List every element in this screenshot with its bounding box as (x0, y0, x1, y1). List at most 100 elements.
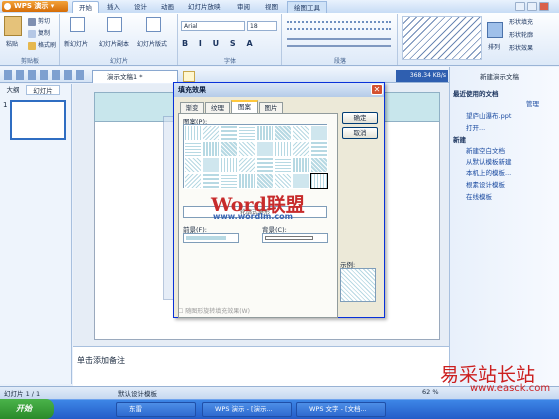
quick-access-toolbar[interactable] (4, 70, 84, 80)
pattern-swatch[interactable] (310, 157, 328, 173)
font-size-combo[interactable]: 18 (247, 21, 277, 31)
tab-animation[interactable]: 动画 (155, 1, 180, 13)
pattern-swatch[interactable] (202, 173, 220, 189)
shape-fill-button[interactable]: 形状填充 (509, 17, 533, 26)
tab-texture[interactable]: 纹理 (205, 102, 230, 113)
cancel-button[interactable]: 取消 (342, 127, 378, 139)
new-blank-link[interactable]: 新建空白文档 (466, 145, 505, 155)
pattern-swatch[interactable] (256, 125, 274, 141)
cut-button[interactable]: 剪切 (28, 16, 50, 26)
tab-drawing-tools[interactable]: 绘图工具 (287, 1, 327, 13)
manage-link[interactable]: 管理 (526, 98, 539, 108)
format-painter-button[interactable]: 格式刷 (28, 40, 56, 50)
new-from-default-link[interactable]: 从默认模板新建 (466, 156, 512, 166)
pattern-swatch[interactable] (220, 157, 238, 173)
new-slide-button[interactable]: 新幻灯片 (64, 39, 88, 48)
font-name-combo[interactable]: Arial (181, 21, 245, 31)
wps-menu-button[interactable]: WPS 演示 ▾ (2, 1, 68, 12)
background-color-select[interactable] (262, 233, 328, 243)
pattern-swatch[interactable] (238, 125, 256, 141)
shape-outline-button[interactable]: 形状轮廓 (509, 30, 533, 39)
taskbar-item-wps-presentation[interactable]: WPS 演示 - [演示... (202, 402, 292, 417)
local-templates-link[interactable]: 本机上的模板... (466, 167, 511, 177)
duplicate-slide-button[interactable]: 幻灯片副本 (99, 39, 129, 48)
new-tab-icon[interactable] (183, 71, 195, 82)
open-link[interactable]: 打开... (466, 122, 485, 132)
pattern-swatch[interactable] (310, 141, 328, 157)
shape-gallery[interactable] (402, 16, 482, 60)
foreground-color-select[interactable] (183, 233, 239, 243)
arrange-button[interactable]: 排列 (488, 42, 500, 51)
pattern-swatch[interactable] (274, 141, 292, 157)
maximize-button[interactable] (527, 2, 537, 11)
pattern-grid[interactable] (183, 124, 328, 189)
slide-thumbnail[interactable] (10, 100, 66, 140)
font-group-label: 字体 (223, 58, 236, 65)
taskbar-item-folder[interactable]: 东雷 (116, 402, 196, 417)
pattern-swatch[interactable] (202, 125, 220, 141)
pattern-swatch[interactable] (274, 173, 292, 189)
pattern-swatch[interactable] (292, 173, 310, 189)
pattern-swatch[interactable] (292, 141, 310, 157)
slide-layout-button[interactable]: 幻灯片版式 (137, 39, 167, 48)
minimize-button[interactable] (515, 2, 525, 11)
dialog-title: 填充效果 (174, 83, 384, 97)
clipboard-group-label: 剪贴板 (20, 58, 39, 65)
pattern-swatch[interactable] (274, 157, 292, 173)
pattern-swatch[interactable] (292, 157, 310, 173)
start-button[interactable]: 开始 (0, 399, 54, 419)
tab-home[interactable]: 开始 (72, 1, 99, 13)
shape-effect-button[interactable]: 形状效果 (509, 43, 533, 52)
corner-watermark-url: www.easck.com (470, 383, 551, 394)
pattern-swatch[interactable] (256, 141, 274, 157)
paste-icon[interactable] (4, 16, 22, 36)
document-tab[interactable]: 演示文稿1 * (92, 70, 178, 83)
rotate-with-shape-checkbox[interactable]: ☐ 随图形旋转填充效果(W) (178, 306, 250, 315)
list-buttons[interactable] (287, 21, 391, 30)
tab-gradient[interactable]: 渐变 (180, 102, 204, 113)
pattern-swatch[interactable] (220, 125, 238, 141)
pattern-swatch[interactable] (238, 173, 256, 189)
tab-slides[interactable]: 幻灯片 (26, 85, 60, 95)
pattern-swatch[interactable] (310, 125, 328, 141)
pattern-swatch[interactable] (310, 173, 328, 189)
tab-picture[interactable]: 图片 (259, 102, 283, 113)
paste-button[interactable]: 粘贴 (6, 39, 18, 48)
tab-slideshow[interactable]: 幻灯片放映 (182, 1, 227, 13)
pattern-swatch[interactable] (238, 157, 256, 173)
tab-insert[interactable]: 插入 (101, 1, 126, 13)
recent-item[interactable]: 望庐山瀑布.ppt (466, 110, 511, 120)
pattern-swatch[interactable] (256, 173, 274, 189)
new-heading: 新建 (453, 136, 466, 144)
pattern-swatch[interactable] (238, 141, 256, 157)
pattern-swatch[interactable] (184, 125, 202, 141)
zoom-level[interactable]: 62 % (422, 388, 439, 396)
pattern-swatch[interactable] (292, 125, 310, 141)
taskbar-item-wps-writer[interactable]: WPS 文字 - [文档... (296, 402, 386, 417)
pattern-swatch[interactable] (184, 141, 202, 157)
pattern-swatch[interactable] (202, 141, 220, 157)
task-pane-title: 新建演示文稿 (480, 73, 519, 81)
design-templates-link[interactable]: 根素设计模板 (466, 179, 505, 189)
online-templates-link[interactable]: 在线模板 (466, 191, 492, 201)
pattern-swatch[interactable] (184, 157, 202, 173)
tab-outline[interactable]: 大纲 (2, 85, 24, 95)
pattern-swatch[interactable] (274, 125, 292, 141)
tab-pattern[interactable]: 图案 (231, 100, 258, 113)
tab-review[interactable]: 审阅 (231, 1, 256, 13)
font-style-buttons[interactable]: B I U S A (182, 39, 257, 48)
copy-button[interactable]: 复制 (28, 28, 50, 38)
ok-button[interactable]: 确定 (342, 112, 378, 124)
dialog-close-button[interactable]: ✕ (371, 84, 383, 95)
slides-group-label: 幻灯片 (109, 58, 128, 65)
pattern-swatch[interactable] (220, 173, 238, 189)
pattern-swatch[interactable] (256, 157, 274, 173)
pattern-swatch[interactable] (220, 141, 238, 157)
alignment-buttons[interactable] (287, 38, 391, 47)
pattern-swatch[interactable] (202, 157, 220, 173)
pattern-swatch[interactable] (184, 173, 202, 189)
tab-view[interactable]: 视图 (259, 1, 284, 13)
tab-design[interactable]: 设计 (128, 1, 153, 13)
close-window-button[interactable] (539, 2, 549, 11)
notes-area[interactable]: 单击添加备注 (73, 346, 449, 386)
